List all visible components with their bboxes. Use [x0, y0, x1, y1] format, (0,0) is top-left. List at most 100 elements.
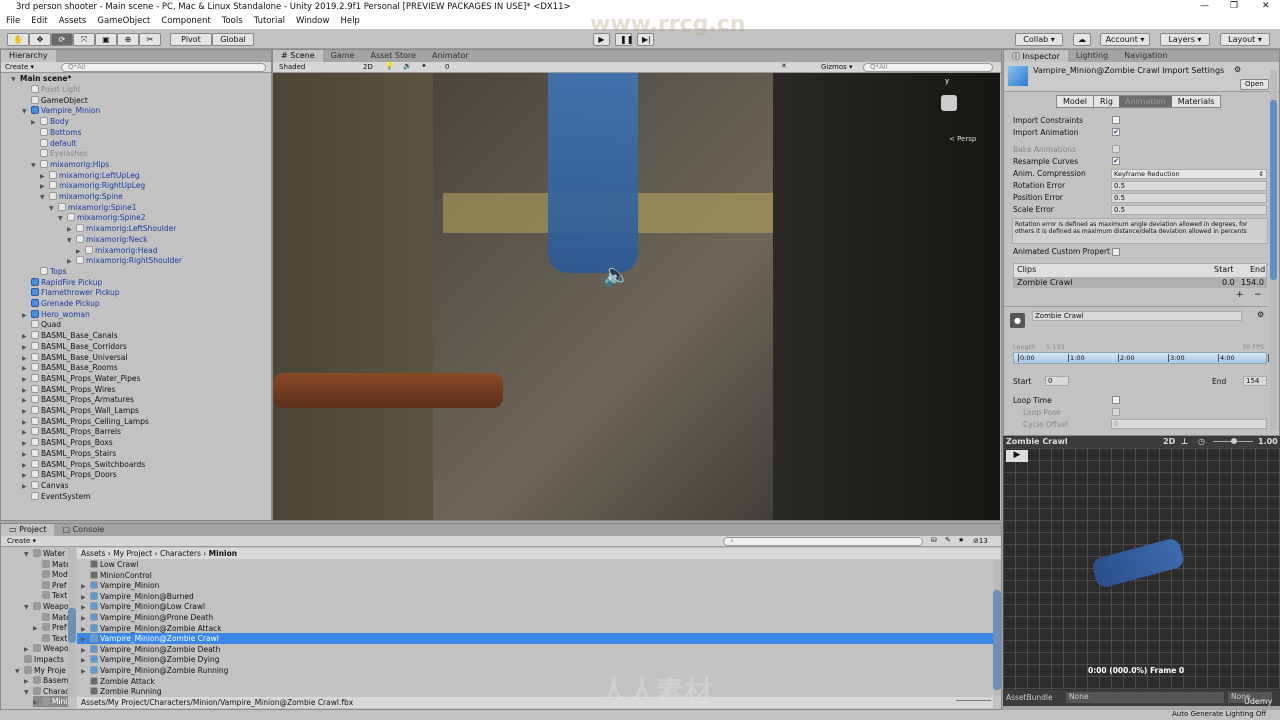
breadcrumb-my-project[interactable]: My Project: [113, 549, 152, 558]
transform-tool-icon[interactable]: ⊕: [117, 33, 139, 46]
import-constraints-checkbox[interactable]: [1112, 116, 1120, 124]
pivot-toggle[interactable]: Pivot: [170, 33, 212, 46]
asset-item[interactable]: Zombie Running: [81, 686, 991, 697]
collab-button[interactable]: Collab ▾: [1015, 33, 1063, 46]
scene-root[interactable]: ▼ Main scene*: [11, 73, 71, 84]
audio-toggle-icon[interactable]: 🔊: [403, 62, 412, 70]
folder-item[interactable]: ▼ Weapo: [24, 601, 68, 612]
folder-item[interactable]: ▶ Mini: [33, 696, 68, 708]
clip-gear-icon[interactable]: ⚙: [1257, 310, 1264, 319]
cycle-offset-field[interactable]: 0: [1111, 419, 1267, 429]
scene-search-input[interactable]: Q*All: [863, 63, 993, 72]
hierarchy-item[interactable]: ▶ BASML_Base_Corridors: [22, 341, 127, 352]
menu-window[interactable]: Window: [296, 16, 330, 27]
tools-icon[interactable]: ✕: [781, 62, 787, 70]
preview-2d-toggle[interactable]: 2D: [1163, 437, 1175, 446]
scale-tool-icon[interactable]: ⤧: [73, 33, 95, 46]
expand-arrow-icon[interactable]: ▶: [24, 644, 33, 654]
custom-tool-icon[interactable]: ✂: [139, 33, 161, 46]
asset-item[interactable]: Zombie Attack: [81, 676, 991, 687]
tab-inspector[interactable]: ⓘ Inspector: [1004, 50, 1068, 62]
tab-scene[interactable]: # Scene: [273, 50, 323, 62]
hierarchy-item[interactable]: ▶ BASML_Props_Wall_Lamps: [22, 405, 139, 416]
pivot-icon[interactable]: ⊥: [1181, 437, 1188, 446]
rotate-tool-icon[interactable]: ⟳: [51, 33, 73, 46]
2d-toggle[interactable]: 2D: [363, 63, 373, 71]
tab-lighting[interactable]: Lighting: [1068, 50, 1116, 62]
maximize-button[interactable]: ❐: [1230, 1, 1238, 11]
hand-tool-icon[interactable]: ✋: [7, 33, 29, 46]
expand-arrow-icon[interactable]: ▼: [22, 106, 31, 117]
position-error-field[interactable]: 0.5: [1111, 193, 1267, 203]
expand-arrow-icon[interactable]: ▼: [40, 192, 49, 203]
hierarchy-item[interactable]: ▼ mixamorig:Spine2: [58, 212, 146, 223]
hierarchy-item[interactable]: ▶ BASML_Base_Universal: [22, 352, 128, 363]
subtab-animation[interactable]: Animation: [1118, 96, 1172, 107]
expand-arrow-icon[interactable]: ▼: [49, 203, 58, 214]
hierarchy-item[interactable]: ▶ mixamorig:LeftUpLeg: [40, 170, 140, 181]
hierarchy-item[interactable]: GameObject: [22, 95, 88, 106]
lighting-toggle-icon[interactable]: 💡: [385, 62, 394, 70]
tab-animator[interactable]: Animator: [424, 50, 477, 62]
hierarchy-item[interactable]: Point Light: [22, 84, 81, 95]
hierarchy-item[interactable]: Tops: [31, 266, 67, 277]
folder-item[interactable]: ▶ Pref: [33, 622, 68, 633]
start-field[interactable]: 0: [1045, 376, 1069, 386]
menu-tools[interactable]: Tools: [222, 16, 243, 27]
hierarchy-item[interactable]: ▼ Vampire_Minion: [22, 105, 100, 116]
hierarchy-item[interactable]: ▼ mixamorig:Spine1: [49, 202, 137, 213]
inspector-scrollbar[interactable]: [1270, 70, 1277, 430]
icon-size-slider[interactable]: [956, 700, 991, 701]
project-create-button[interactable]: Create ▾: [7, 537, 36, 545]
asset-item[interactable]: ▶ Vampire_Minion@Zombie Dying: [81, 654, 991, 665]
rect-tool-icon[interactable]: ▣: [95, 33, 117, 46]
hierarchy-item[interactable]: ▶ BASML_Props_Switchboards: [22, 459, 145, 470]
timeline-ruler[interactable]: 0:001:002:003:004:005:: [1013, 352, 1276, 364]
folder-item[interactable]: Mod: [33, 569, 68, 580]
folder-item[interactable]: ▼ My Proje: [15, 665, 68, 676]
filter-type-icon[interactable]: ⛁: [931, 536, 937, 544]
hierarchy-item[interactable]: ▶ BASML_Base_Rooms: [22, 362, 118, 373]
asset-item[interactable]: ▶ Vampire_Minion@Zombie Running: [81, 665, 991, 676]
expand-arrow-icon[interactable]: ▼: [31, 160, 40, 171]
layers-dropdown[interactable]: Layers ▾: [1160, 33, 1210, 46]
account-dropdown[interactable]: Account ▾: [1100, 33, 1150, 46]
anim-compression-dropdown[interactable]: Keyframe Reduction ⇕: [1111, 169, 1267, 179]
folder-item[interactable]: Mate: [33, 612, 68, 623]
hierarchy-item[interactable]: ▶ BASML_Props_Boxs: [22, 437, 113, 448]
breadcrumb-assets[interactable]: Assets: [81, 549, 105, 558]
hierarchy-item[interactable]: ▶ Body: [31, 116, 69, 127]
breadcrumb-minion[interactable]: Minion: [209, 549, 237, 558]
folder-item[interactable]: ▼ Water: [24, 548, 68, 559]
filter-label-icon[interactable]: ✎: [945, 536, 951, 544]
tab-navigation[interactable]: Navigation: [1116, 50, 1175, 62]
hierarchy-item[interactable]: ▶ BASML_Props_Water_Pipes: [22, 373, 140, 384]
menu-file[interactable]: File: [6, 16, 20, 27]
hierarchy-item[interactable]: ▶ BASML_Props_Armatures: [22, 394, 134, 405]
asset-item[interactable]: MinionControl: [81, 570, 991, 581]
folder-item[interactable]: Text: [33, 590, 68, 601]
menu-tutorial[interactable]: Tutorial: [254, 16, 285, 27]
hierarchy-item[interactable]: ▶ BASML_Props_Celling_Lamps: [22, 416, 149, 427]
move-tool-icon[interactable]: ✥: [29, 33, 51, 46]
hierarchy-item[interactable]: Eyelashes: [31, 148, 88, 159]
hierarchy-item[interactable]: ▼ mixamorig:Hips: [31, 159, 109, 170]
hierarchy-item[interactable]: ▶ BASML_Props_Doors: [22, 469, 117, 480]
folder-item[interactable]: ▶ Weapo: [24, 643, 68, 654]
menu-gameobject[interactable]: GameObject: [97, 16, 150, 27]
expand-arrow-icon[interactable]: ▼: [67, 235, 76, 246]
hierarchy-item[interactable]: ▶ BASML_Props_Stairs: [22, 448, 116, 459]
asset-item[interactable]: ▶ Vampire_Minion@Prone Death: [81, 612, 991, 623]
hierarchy-item[interactable]: ▶ mixamorig:RightShoulder: [67, 255, 182, 266]
subtab-materials[interactable]: Materials: [1171, 96, 1221, 107]
folder-item[interactable]: Pref: [33, 580, 68, 591]
hidden-packages-count[interactable]: ⊘13: [973, 537, 988, 545]
expand-arrow-icon[interactable]: ▶: [33, 697, 42, 707]
hierarchy-item[interactable]: Quad: [22, 319, 61, 330]
breadcrumb-characters[interactable]: Characters: [160, 549, 201, 558]
folder-item[interactable]: Mate: [33, 559, 68, 570]
hierarchy-item[interactable]: Flamethrower Pickup: [22, 287, 120, 298]
end-field[interactable]: 154: [1243, 376, 1267, 386]
tab-hierarchy[interactable]: Hierarchy: [1, 50, 56, 62]
asset-item[interactable]: Low Crawl: [81, 559, 991, 570]
